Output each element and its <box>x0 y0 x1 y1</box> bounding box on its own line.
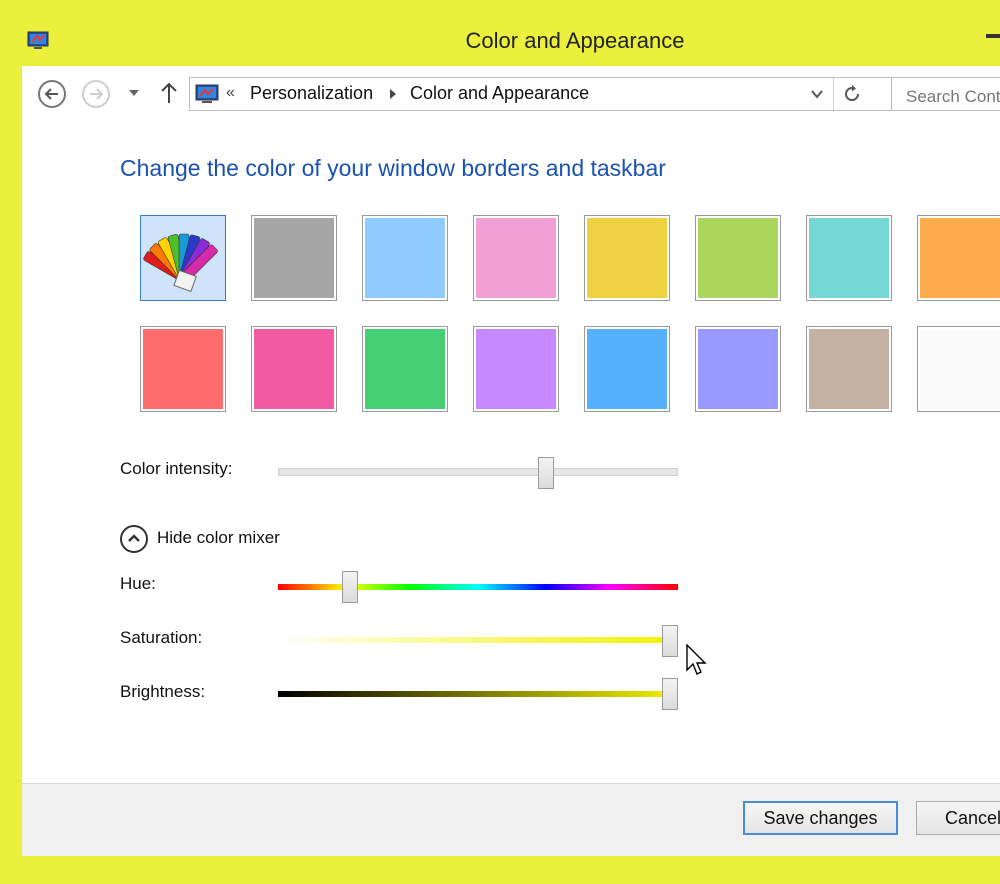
save-changes-button[interactable]: Save changes <box>743 801 898 835</box>
swatch-taupe[interactable] <box>806 326 892 412</box>
breadcrumb-separator-icon[interactable] <box>390 89 396 99</box>
swatch-light-blue[interactable] <box>362 215 448 301</box>
swatch-white[interactable] <box>917 326 1000 412</box>
color-intensity-slider-thumb[interactable] <box>538 457 554 489</box>
hue-label: Hue: <box>120 574 156 593</box>
cancel-button[interactable]: Cancel <box>916 801 1000 835</box>
breadcrumb-personalization[interactable]: Personalization <box>250 83 373 104</box>
swatch-fill <box>920 329 1000 409</box>
breadcrumb-color-and-appearance[interactable]: Color and Appearance <box>410 83 589 104</box>
swatch-automatic[interactable] <box>140 215 226 301</box>
back-button[interactable] <box>38 80 66 108</box>
hide-color-mixer-link[interactable]: Hide color mixer <box>157 528 280 548</box>
address-bar[interactable]: « Personalization Color and Appearance <box>189 77 893 111</box>
forward-button[interactable] <box>82 80 110 108</box>
window: Color and Appearance « Personalization C… <box>0 0 1000 884</box>
swatch-lavender[interactable] <box>695 326 781 412</box>
swatch-green[interactable] <box>695 215 781 301</box>
page-title: Change the color of your window borders … <box>120 155 666 181</box>
swatch-blue[interactable] <box>584 326 670 412</box>
swatch-fill <box>254 329 334 409</box>
up-arrow-icon[interactable] <box>159 80 179 106</box>
recent-locations-chevron-down-icon[interactable] <box>126 86 142 100</box>
swatch-gray[interactable] <box>251 215 337 301</box>
color-palette-icon <box>143 233 218 293</box>
breadcrumb-overflow[interactable]: « <box>226 84 235 102</box>
swatch-fill <box>587 329 667 409</box>
close-button-edge[interactable] <box>986 34 1000 38</box>
back-arrow-icon <box>44 88 58 100</box>
hue-slider-thumb[interactable] <box>342 571 358 603</box>
brightness-label: Brightness: <box>120 682 206 701</box>
swatch-red[interactable] <box>140 326 226 412</box>
swatch-fill <box>143 329 223 409</box>
search-input[interactable] <box>891 77 1000 111</box>
brightness-track[interactable] <box>278 691 678 697</box>
swatch-fill <box>587 218 667 298</box>
title-bar[interactable]: Color and Appearance <box>0 0 1000 66</box>
swatch-fill <box>698 329 778 409</box>
swatch-fill <box>476 218 556 298</box>
swatch-pink[interactable] <box>473 215 559 301</box>
swatch-fill <box>365 218 445 298</box>
address-dropdown-chevron-down-icon[interactable] <box>810 89 824 99</box>
color-intensity-track[interactable] <box>278 468 678 476</box>
brightness-slider-thumb[interactable] <box>662 678 678 710</box>
swatch-purple[interactable] <box>473 326 559 412</box>
swatch-fill <box>254 218 334 298</box>
control-panel-icon <box>195 84 219 103</box>
swatch-fill <box>809 218 889 298</box>
swatch-fill <box>698 218 778 298</box>
swatch-fill <box>809 329 889 409</box>
forward-arrow-icon <box>90 88 104 100</box>
swatch-orange[interactable] <box>917 215 1000 301</box>
swatch-fill <box>476 329 556 409</box>
saturation-slider-thumb[interactable] <box>662 625 678 657</box>
swatch-magenta[interactable] <box>251 326 337 412</box>
refresh-icon[interactable] <box>841 83 863 105</box>
mouse-cursor-icon <box>686 644 707 675</box>
saturation-track[interactable] <box>278 637 678 643</box>
address-divider <box>833 78 834 110</box>
swatch-yellow[interactable] <box>584 215 670 301</box>
swatch-fill <box>920 218 1000 298</box>
swatch-fill <box>365 329 445 409</box>
swatch-emerald[interactable] <box>362 326 448 412</box>
content-area: « Personalization Color and Appearance C… <box>22 66 1000 856</box>
swatch-teal[interactable] <box>806 215 892 301</box>
footer-bar: Save changes Cancel <box>22 783 1000 856</box>
hue-track[interactable] <box>278 584 678 590</box>
color-intensity-label: Color intensity: <box>120 459 233 478</box>
collapse-chevron-up-icon[interactable] <box>120 525 148 553</box>
saturation-label: Saturation: <box>120 628 203 647</box>
window-title: Color and Appearance <box>465 28 685 53</box>
